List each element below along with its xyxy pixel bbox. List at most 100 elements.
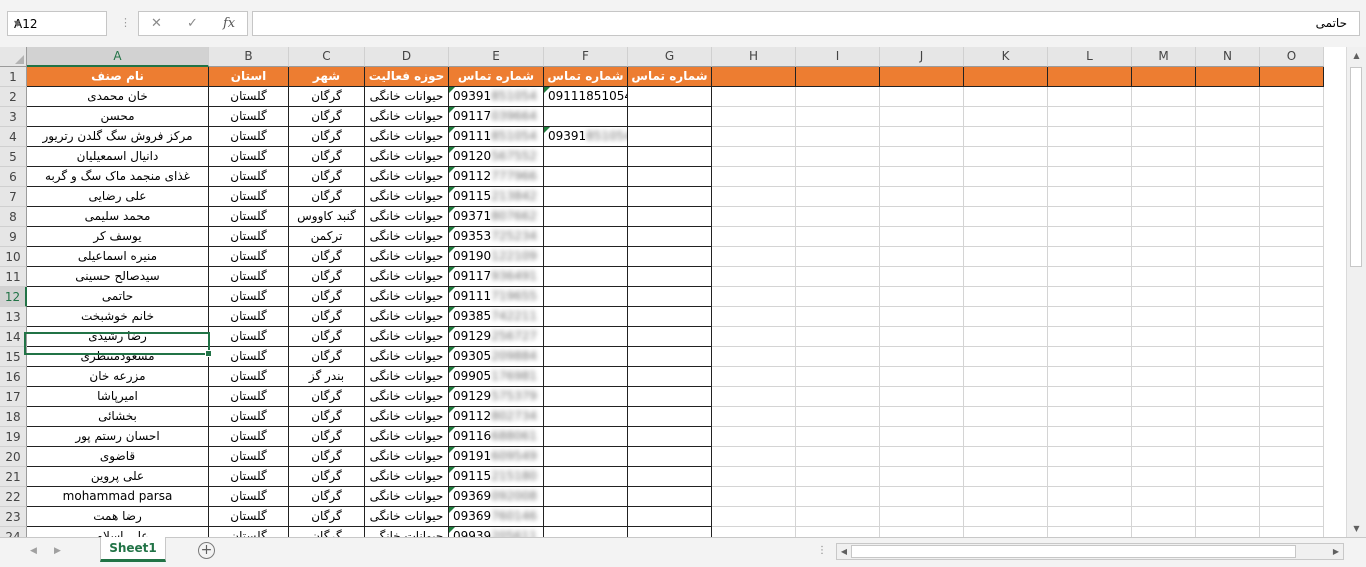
empty-cell[interactable] <box>796 167 880 187</box>
empty-cell[interactable] <box>712 187 796 207</box>
empty-cell[interactable] <box>1196 407 1260 427</box>
empty-cell[interactable] <box>796 87 880 107</box>
cell-province[interactable]: گلستان <box>209 127 289 147</box>
empty-cell[interactable] <box>796 347 880 367</box>
empty-cell[interactable] <box>1260 527 1324 537</box>
empty-cell[interactable] <box>1196 347 1260 367</box>
cell-phone-2[interactable] <box>544 487 628 507</box>
empty-cell[interactable] <box>1048 367 1132 387</box>
empty-cell[interactable] <box>1260 107 1324 127</box>
row-header-16[interactable]: 16 <box>0 367 27 387</box>
empty-cell[interactable] <box>1048 67 1132 87</box>
cell-phone-1[interactable]: 09112777966 <box>449 167 544 187</box>
enter-icon[interactable]: ✓ <box>187 16 198 31</box>
row-header-2[interactable]: 2 <box>0 87 27 107</box>
cell-phone-1[interactable]: 09115213842 <box>449 187 544 207</box>
cell-province[interactable]: گلستان <box>209 287 289 307</box>
empty-cell[interactable] <box>1132 67 1196 87</box>
empty-cell[interactable] <box>1132 247 1196 267</box>
empty-cell[interactable] <box>1196 447 1260 467</box>
cell-phone-3[interactable] <box>628 407 712 427</box>
cell-phone-3[interactable] <box>628 127 712 147</box>
row-header-4[interactable]: 4 <box>0 127 27 147</box>
empty-cell[interactable] <box>1196 307 1260 327</box>
row-header-6[interactable]: 6 <box>0 167 27 187</box>
add-sheet-icon[interactable]: + <box>198 542 215 559</box>
cell-name[interactable]: امیرپاشا <box>27 387 209 407</box>
cell-name[interactable]: منیره اسماعیلی <box>27 247 209 267</box>
cell-city[interactable]: گرگان <box>289 467 365 487</box>
header-cell-e[interactable]: شماره تماس <box>449 67 544 87</box>
row-header-9[interactable]: 9 <box>0 227 27 247</box>
cell-phone-3[interactable] <box>628 187 712 207</box>
cell-province[interactable]: گلستان <box>209 307 289 327</box>
cell-phone-3[interactable] <box>628 307 712 327</box>
cell-city[interactable]: گرگان <box>289 167 365 187</box>
cell-city[interactable]: گرگان <box>289 487 365 507</box>
empty-cell[interactable] <box>1196 287 1260 307</box>
cell-activity[interactable]: حیوانات خانگی <box>365 227 449 247</box>
cell-phone-2[interactable] <box>544 247 628 267</box>
empty-cell[interactable] <box>1048 147 1132 167</box>
empty-cell[interactable] <box>712 147 796 167</box>
column-header-h[interactable]: H <box>712 47 796 67</box>
cell-phone-2[interactable] <box>544 227 628 247</box>
empty-cell[interactable] <box>880 287 964 307</box>
cell-activity[interactable]: حیوانات خانگی <box>365 307 449 327</box>
empty-cell[interactable] <box>1048 127 1132 147</box>
empty-cell[interactable] <box>796 507 880 527</box>
cell-phone-3[interactable] <box>628 467 712 487</box>
empty-cell[interactable] <box>1132 487 1196 507</box>
column-header-l[interactable]: L <box>1048 47 1132 67</box>
cell-activity[interactable]: حیوانات خانگی <box>365 147 449 167</box>
cell-activity[interactable]: حیوانات خانگی <box>365 207 449 227</box>
column-header-e[interactable]: E <box>449 47 544 67</box>
cell-phone-2[interactable] <box>544 507 628 527</box>
cell-phone-2[interactable] <box>544 327 628 347</box>
cell-phone-3[interactable] <box>628 87 712 107</box>
empty-cell[interactable] <box>1196 227 1260 247</box>
column-header-k[interactable]: K <box>964 47 1048 67</box>
cell-name[interactable]: علی پروین <box>27 467 209 487</box>
empty-cell[interactable] <box>796 247 880 267</box>
empty-cell[interactable] <box>1196 267 1260 287</box>
cell-name[interactable]: رضا رشیدی <box>27 327 209 347</box>
cell-phone-2[interactable] <box>544 427 628 447</box>
empty-cell[interactable] <box>964 167 1048 187</box>
cell-name[interactable]: مسعودمنتظری <box>27 347 209 367</box>
cell-name[interactable]: یوسف کر <box>27 227 209 247</box>
row-header-12[interactable]: 12 <box>0 287 27 307</box>
empty-cell[interactable] <box>1260 367 1324 387</box>
cell-phone-3[interactable] <box>628 287 712 307</box>
cell-name[interactable]: دانیال اسمعیلیان <box>27 147 209 167</box>
empty-cell[interactable] <box>964 487 1048 507</box>
cell-phone-3[interactable] <box>628 367 712 387</box>
row-header-24[interactable]: 24 <box>0 527 27 537</box>
scroll-up-icon[interactable]: ▲ <box>1347 47 1366 64</box>
empty-cell[interactable] <box>712 67 796 87</box>
cell-phone-1[interactable]: 09117039664 <box>449 107 544 127</box>
empty-cell[interactable] <box>1196 167 1260 187</box>
select-all-button[interactable] <box>0 47 27 67</box>
empty-cell[interactable] <box>1048 227 1132 247</box>
prev-sheet-icon[interactable]: ◀ <box>30 546 37 556</box>
empty-cell[interactable] <box>1048 507 1132 527</box>
cell-phone-1[interactable]: 09305209884 <box>449 347 544 367</box>
empty-cell[interactable] <box>964 387 1048 407</box>
empty-cell[interactable] <box>1196 207 1260 227</box>
cell-phone-1[interactable]: 09112802734 <box>449 407 544 427</box>
cell-province[interactable]: گلستان <box>209 207 289 227</box>
scroll-right-icon[interactable]: ▶ <box>1329 544 1343 559</box>
empty-cell[interactable] <box>880 447 964 467</box>
empty-cell[interactable] <box>964 347 1048 367</box>
column-header-o[interactable]: O <box>1260 47 1324 67</box>
empty-cell[interactable] <box>880 227 964 247</box>
row-header-22[interactable]: 22 <box>0 487 27 507</box>
empty-cell[interactable] <box>964 367 1048 387</box>
cell-phone-1[interactable]: 09190122109 <box>449 247 544 267</box>
cell-name[interactable]: احسان رستم پور <box>27 427 209 447</box>
empty-cell[interactable] <box>1260 227 1324 247</box>
cell-activity[interactable]: حیوانات خانگی <box>365 327 449 347</box>
empty-cell[interactable] <box>1132 207 1196 227</box>
cell-activity[interactable]: حیوانات خانگی <box>365 407 449 427</box>
